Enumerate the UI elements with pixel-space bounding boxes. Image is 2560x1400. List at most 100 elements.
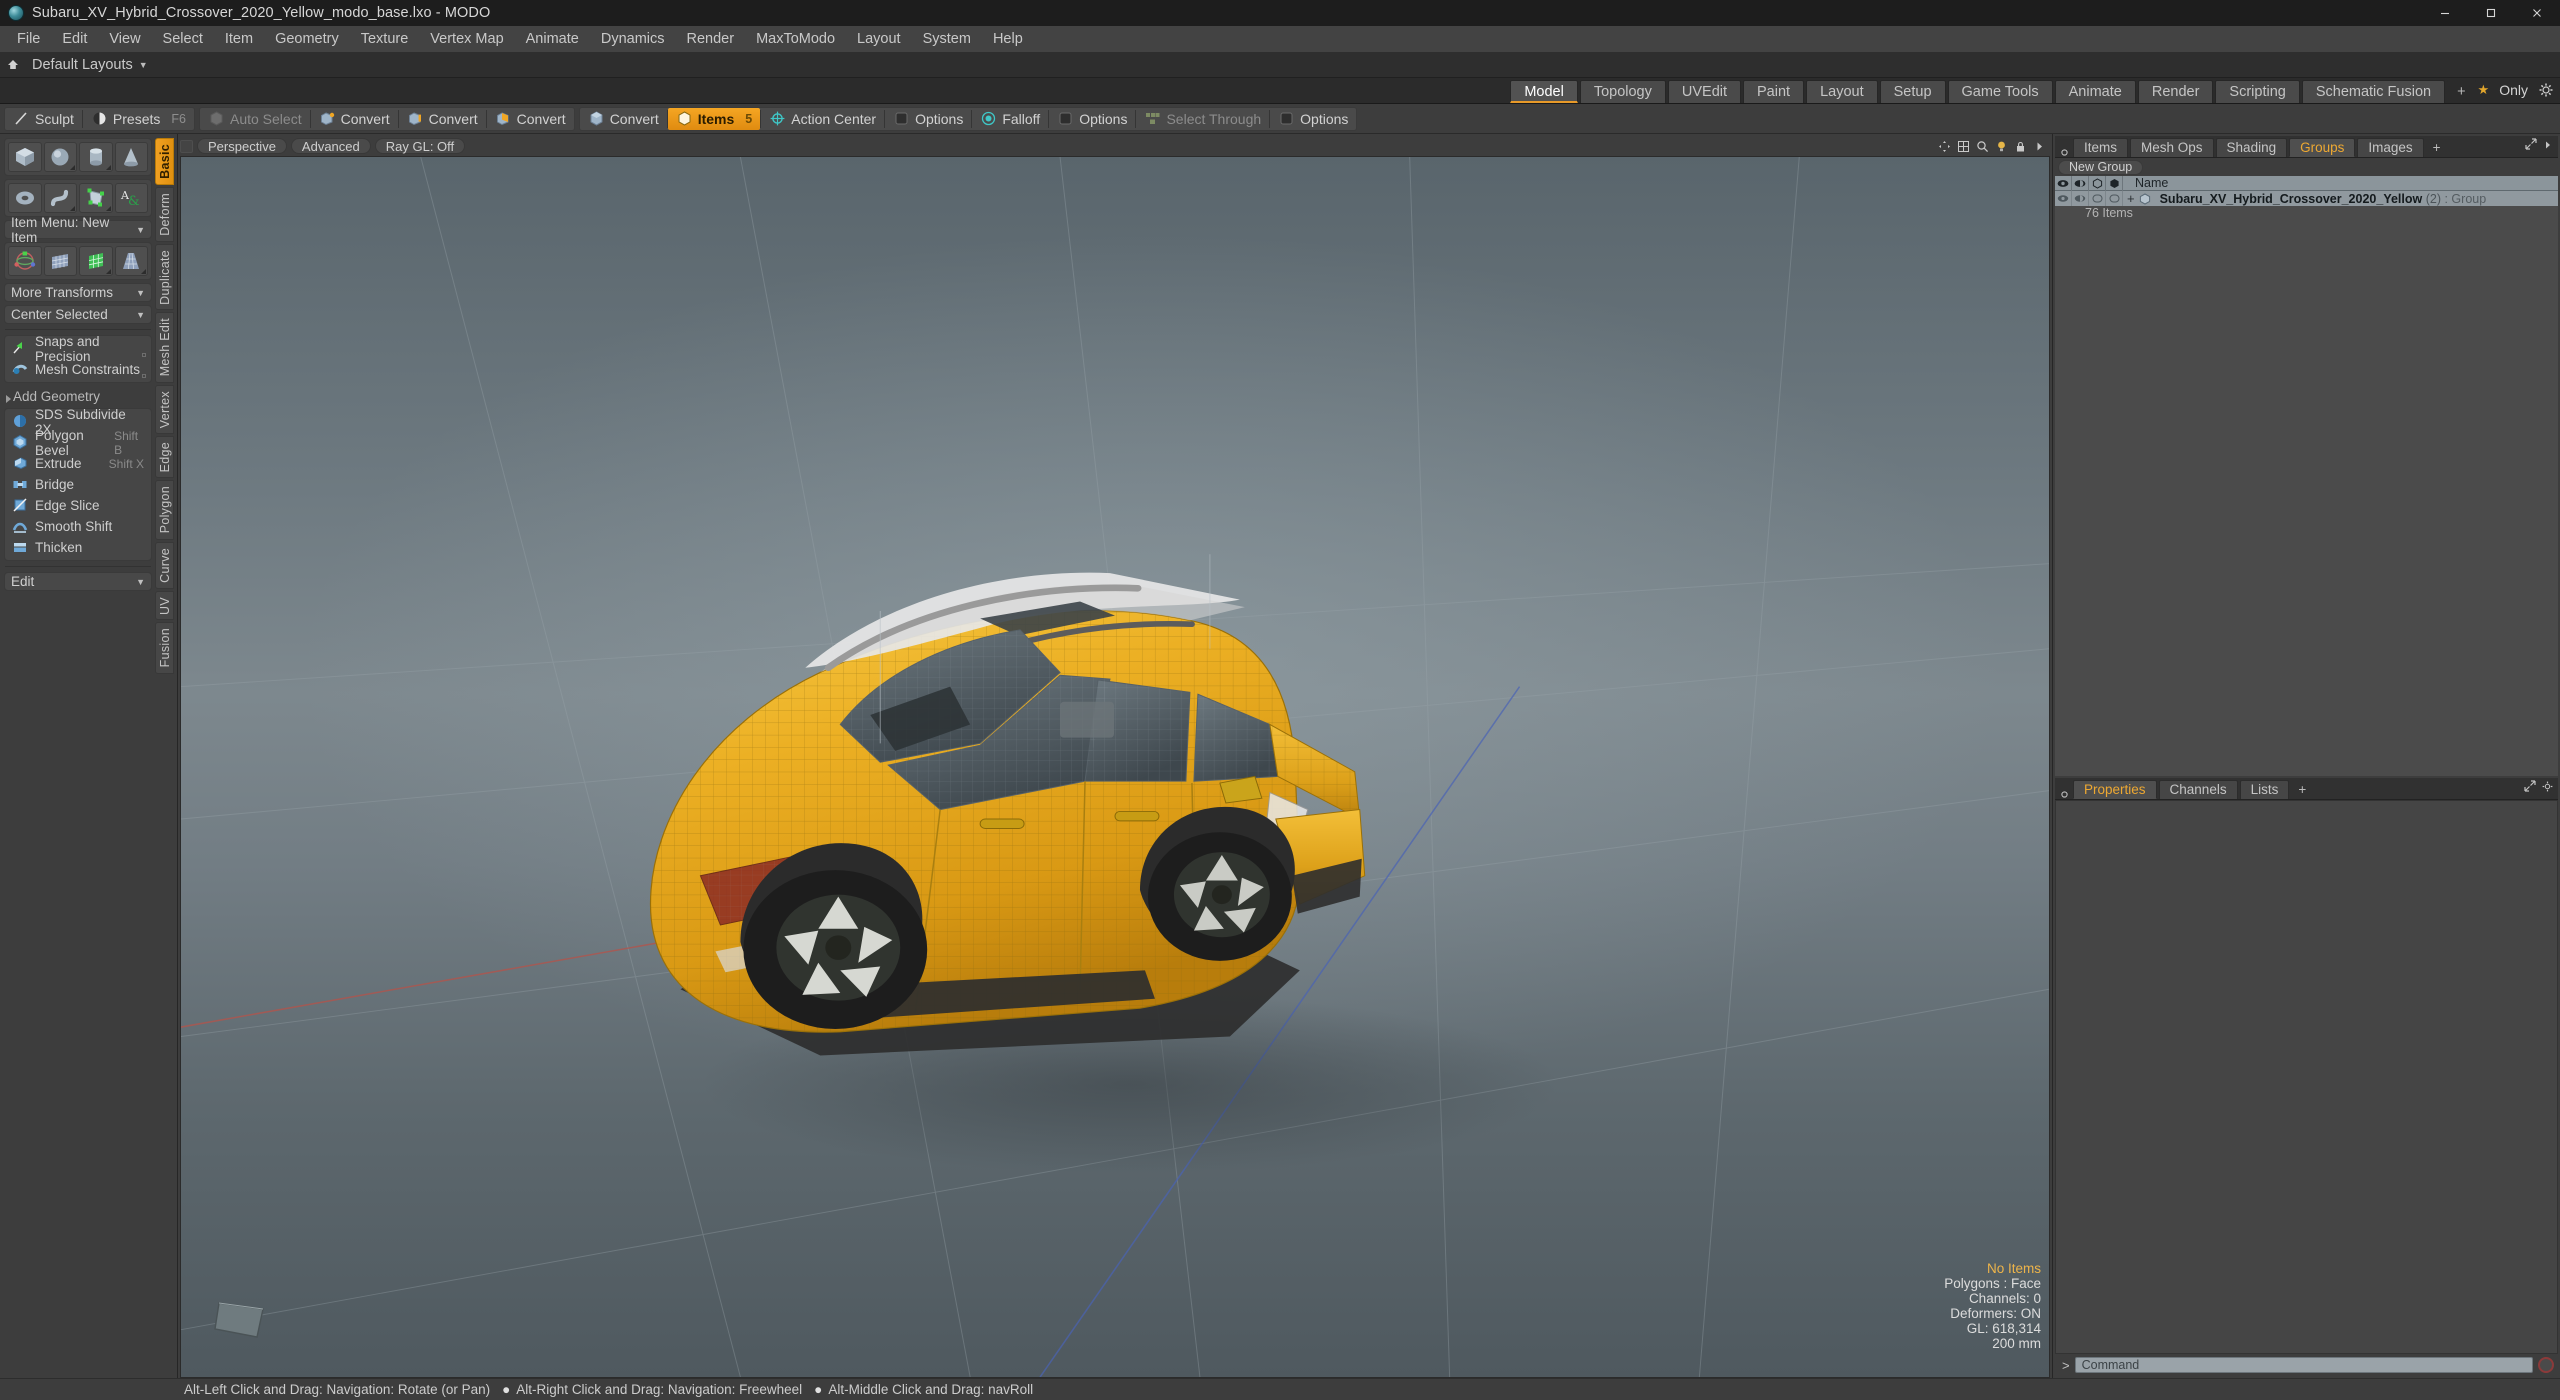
- action-center-options-button[interactable]: Options: [885, 108, 971, 130]
- viewport-orientation-gizmo[interactable]: [205, 1287, 277, 1349]
- home-icon[interactable]: [0, 58, 26, 72]
- extrude-item[interactable]: Extrude Shift X: [7, 453, 149, 474]
- chevron-right-icon[interactable]: [2033, 140, 2046, 153]
- viewport-shading-button[interactable]: Advanced: [290, 138, 371, 154]
- menu-item-item[interactable]: Item: [214, 28, 264, 50]
- column-wire-cube-icon[interactable]: [2089, 175, 2106, 191]
- convert-item-button[interactable]: Convert: [580, 108, 667, 130]
- close-icon[interactable]: [2514, 0, 2560, 26]
- table-row[interactable]: + Subaru_XV_Hybrid_Crossover_2020_Yellow…: [2055, 191, 2558, 206]
- maximize-icon[interactable]: [2468, 0, 2514, 26]
- vtab-uv[interactable]: UV: [155, 590, 174, 621]
- properties-tab-channels[interactable]: Channels: [2158, 780, 2238, 799]
- vtab-duplicate[interactable]: Duplicate: [155, 243, 174, 311]
- row-shaded-toggle[interactable]: [2106, 191, 2123, 206]
- select-through-options-button[interactable]: Options: [1270, 108, 1356, 130]
- column-shaded-cube-icon[interactable]: [2106, 175, 2123, 191]
- expand-properties-icon[interactable]: [2524, 779, 2536, 797]
- menu-item-maxtomodo[interactable]: MaxToModo: [745, 28, 846, 50]
- row-visible-eye-icon[interactable]: [2055, 191, 2072, 206]
- center-selected-dropdown[interactable]: Center Selected ▼: [4, 305, 152, 324]
- bend-tool[interactable]: [43, 246, 77, 276]
- tab-game-tools[interactable]: Game Tools: [1947, 80, 2053, 103]
- properties-body[interactable]: [2055, 800, 2558, 1354]
- more-transforms-dropdown[interactable]: More Transforms ▼: [4, 283, 152, 302]
- snaps-and-precision-item[interactable]: Snaps and Precision: [7, 334, 149, 364]
- row-expander[interactable]: +: [2123, 191, 2139, 206]
- menu-item-view[interactable]: View: [98, 28, 151, 50]
- star-icon[interactable]: ★: [2478, 82, 2490, 98]
- options-dot[interactable]: [142, 374, 146, 378]
- gear-icon[interactable]: [2538, 82, 2554, 98]
- tab-render[interactable]: Render: [2137, 80, 2214, 103]
- chevron-down-icon[interactable]: ▼: [139, 60, 148, 70]
- expand-panel-icon[interactable]: [2525, 137, 2537, 155]
- presets-button[interactable]: Presets F6: [83, 108, 194, 130]
- minimize-icon[interactable]: [2422, 0, 2468, 26]
- search-icon[interactable]: [1976, 140, 1989, 153]
- tube-curve-tool[interactable]: [43, 183, 77, 213]
- grid-icon[interactable]: [1957, 140, 1970, 153]
- polygon-bevel-item[interactable]: Polygon Bevel Shift B: [7, 428, 149, 458]
- menu-item-select[interactable]: Select: [152, 28, 214, 50]
- vtab-edge[interactable]: Edge: [155, 435, 174, 479]
- text-tool[interactable]: A &: [114, 183, 148, 213]
- vtab-vertex[interactable]: Vertex: [155, 384, 174, 434]
- tab-paint[interactable]: Paint: [1743, 80, 1805, 103]
- item-menu-dropdown[interactable]: Item Menu: New Item ▼: [4, 215, 152, 245]
- menu-item-edit[interactable]: Edit: [51, 28, 98, 50]
- row-wire-toggle[interactable]: [2089, 191, 2106, 206]
- tab-animate[interactable]: Animate: [2054, 80, 2136, 103]
- sculpt-button[interactable]: Sculpt: [5, 108, 82, 130]
- thicken-item[interactable]: Thicken: [7, 537, 149, 558]
- convert-edge-button[interactable]: Convert: [399, 108, 486, 130]
- properties-tab-add[interactable]: +: [2291, 780, 2313, 799]
- column-visible-eye-icon[interactable]: [2055, 175, 2072, 191]
- lock-icon[interactable]: [2014, 140, 2027, 153]
- taper-tool[interactable]: [114, 246, 148, 276]
- panel-menu-icon[interactable]: [2055, 148, 2073, 157]
- falloff-options-button[interactable]: Options: [1049, 108, 1135, 130]
- right-tab-items[interactable]: Items: [2073, 138, 2129, 157]
- sphere-tool[interactable]: [43, 142, 77, 172]
- right-tab-images[interactable]: Images: [2357, 138, 2424, 157]
- transform-gizmo-tool[interactable]: [8, 246, 42, 276]
- menu-item-texture[interactable]: Texture: [350, 28, 420, 50]
- menu-item-geometry[interactable]: Geometry: [264, 28, 350, 50]
- panel-chevron-right-icon[interactable]: [2543, 137, 2553, 155]
- groups-grid[interactable]: + Subaru_XV_Hybrid_Crossover_2020_Yellow…: [2055, 191, 2558, 776]
- cylinder-tool[interactable]: [79, 142, 113, 172]
- vtab-mesh-edit[interactable]: Mesh Edit: [155, 312, 174, 383]
- edit-dropdown[interactable]: Edit ▼: [4, 572, 152, 591]
- tab-schematic-fusion[interactable]: Schematic Fusion: [2301, 80, 2446, 103]
- viewport-menu-icon[interactable]: [180, 139, 193, 153]
- 3d-viewport[interactable]: No Items Polygons : Face Channels: 0 Def…: [180, 156, 2050, 1378]
- only-label[interactable]: Only: [2499, 82, 2528, 98]
- items-mode-button[interactable]: Items 5: [667, 107, 761, 130]
- bridge-item[interactable]: Bridge: [7, 474, 149, 495]
- cube-tool[interactable]: [8, 142, 42, 172]
- new-group-button[interactable]: New Group: [2058, 159, 2144, 175]
- menu-item-layout[interactable]: Layout: [846, 28, 912, 50]
- select-through-button[interactable]: Select Through: [1136, 108, 1269, 130]
- viewport-raygl-button[interactable]: Ray GL: Off: [374, 138, 466, 154]
- cone-tool[interactable]: [114, 142, 148, 172]
- default-layouts-label[interactable]: Default Layouts: [26, 57, 133, 73]
- tab-setup[interactable]: Setup: [1879, 80, 1946, 103]
- menu-item-file[interactable]: File: [6, 28, 51, 50]
- properties-menu-icon[interactable]: [2055, 790, 2073, 799]
- tab-topology[interactable]: Topology: [1579, 80, 1666, 103]
- auto-select-button[interactable]: Auto Select: [200, 108, 310, 130]
- options-dot[interactable]: [142, 353, 146, 357]
- vtab-fusion[interactable]: Fusion: [155, 622, 174, 674]
- tab-uvedit[interactable]: UVEdit: [1667, 80, 1742, 103]
- mesh-constraints-item[interactable]: Mesh Constraints: [7, 359, 149, 380]
- shear-tool[interactable]: [79, 246, 113, 276]
- record-icon[interactable]: [2538, 1357, 2554, 1373]
- menu-item-help[interactable]: Help: [982, 28, 1034, 50]
- right-tab-groups[interactable]: Groups: [2289, 138, 2356, 157]
- properties-tab-properties[interactable]: Properties: [2073, 780, 2157, 799]
- tab-scripting[interactable]: Scripting: [2215, 80, 2300, 103]
- torus-tool[interactable]: [8, 183, 42, 213]
- vtab-polygon[interactable]: Polygon: [155, 480, 174, 540]
